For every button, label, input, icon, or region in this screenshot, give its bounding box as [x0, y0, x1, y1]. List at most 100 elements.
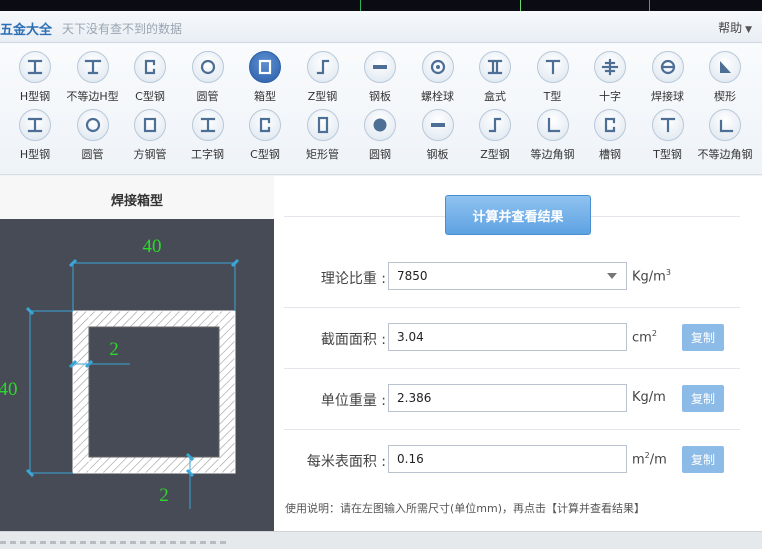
tool-channel[interactable]: 槽钢	[580, 109, 640, 164]
tool-label: 矩形管	[306, 148, 339, 161]
density-select[interactable]: 7850	[388, 262, 627, 290]
channel-icon	[594, 109, 626, 141]
tool-label: T型钢	[653, 148, 682, 161]
tool-label: C型钢	[135, 90, 165, 103]
box-section-icon	[249, 51, 281, 83]
section-area-label: 截面面积 :	[320, 332, 386, 348]
tool-label: 箱型	[254, 90, 276, 103]
tool-c-channel[interactable]: C型钢	[235, 109, 295, 164]
top-dimension-text[interactable]: 40	[143, 236, 162, 257]
tool-label: 十字	[599, 90, 621, 103]
tool-round-bar[interactable]: 圆钢	[350, 109, 410, 164]
welded-ball-icon	[651, 51, 684, 83]
tool-cross-section[interactable]: 十字	[580, 51, 640, 106]
unequal-angle-icon	[709, 109, 741, 141]
box-section-diagram: 40 40 2 2	[0, 219, 274, 531]
tool-unequal-angle[interactable]: 不等边角钢	[695, 109, 755, 164]
dimension-tick	[68, 258, 78, 268]
dimension-tick	[25, 306, 35, 316]
tool-steel-plate[interactable]: 钢板	[350, 51, 410, 106]
tool-c-channel[interactable]: C型钢	[120, 51, 180, 106]
tool-label: 盒式	[484, 90, 506, 103]
divider	[284, 429, 740, 430]
tool-h-beam[interactable]: H型钢	[5, 109, 65, 164]
tool-z-section[interactable]: Z型钢	[293, 51, 353, 106]
t-section-icon	[536, 51, 569, 83]
steel-plate-icon	[421, 109, 454, 141]
tool-label: 楔形	[714, 90, 736, 103]
inner-dimension-text[interactable]: 2	[109, 339, 119, 360]
tool-wedge[interactable]: 楔形	[695, 51, 755, 106]
tool-unequal-h-beam[interactable]: 不等边H型	[63, 51, 123, 106]
tool-t-section[interactable]: T型钢	[638, 109, 698, 164]
tool-t-section[interactable]: T型	[523, 51, 583, 106]
surface-area-field[interactable]: 0.16	[388, 445, 627, 473]
density-value: 7850	[397, 269, 428, 283]
divider	[284, 307, 740, 308]
unit-weight-field[interactable]: 2.386	[388, 384, 627, 412]
copy-surface-button[interactable]: 复制	[682, 446, 724, 473]
tool-label: H型钢	[19, 148, 51, 161]
bottom-wall	[72, 456, 236, 474]
steel-plate-icon	[364, 51, 396, 83]
tool-label: 不等边角钢	[697, 148, 753, 161]
tool-round-tube[interactable]: 圆管	[63, 109, 123, 164]
divider	[284, 368, 740, 369]
tool-label: 螺栓球	[421, 90, 454, 103]
tool-square-tube[interactable]: 方钢管	[120, 109, 180, 164]
tool-label: 圆管	[196, 90, 219, 103]
shape-title: 焊接箱型	[110, 194, 163, 209]
tool-label: 圆钢	[369, 148, 391, 161]
left-dimension-text[interactable]: 40	[0, 379, 18, 400]
section-area-unit: cm2	[632, 329, 657, 346]
help-menu[interactable]: 帮助 ▼	[718, 19, 752, 36]
density-label: 理论比重 :	[320, 271, 386, 287]
calculate-button[interactable]: 计算并查看结果	[445, 195, 591, 235]
copy-weight-button[interactable]: 复制	[682, 385, 724, 412]
copy-area-button[interactable]: 复制	[682, 324, 724, 351]
round-tube-icon	[191, 51, 224, 83]
z-section-icon	[479, 109, 511, 141]
top-wall	[72, 310, 236, 328]
tool-label: 焊接球	[651, 90, 684, 103]
tool-label: 圆管	[81, 148, 104, 161]
tool-label: T型	[543, 90, 562, 103]
round-bar-icon	[364, 109, 396, 141]
unit-weight-value: 2.386	[397, 391, 432, 405]
tool-label: Z型钢	[480, 148, 510, 161]
bottom-dimension-text[interactable]: 2	[159, 485, 169, 506]
section-area-value: 3.04	[397, 330, 424, 344]
tool-steel-plate[interactable]: 钢板	[408, 109, 468, 164]
tool-label: 钢板	[426, 148, 449, 161]
profile-toolbar: H型钢 不等边H型 C型钢 圆管 箱型 Z型钢 钢板 螺栓球 盒式 T型 十字 焊接球 楔形 H型钢 圆管方…	[0, 43, 762, 175]
cross-section-icon	[594, 51, 626, 83]
diagram-svg: 40 40 2 2	[0, 236, 240, 509]
tool-box-section[interactable]: 箱型	[235, 51, 295, 106]
t-section-icon	[651, 109, 684, 141]
square-tube-icon	[134, 109, 166, 141]
surface-area-unit: m2/m	[632, 451, 667, 468]
h-beam-icon	[19, 51, 51, 83]
background-line	[360, 0, 460, 11]
tool-h-beam[interactable]: H型钢	[5, 51, 65, 106]
tool-bolt-ball[interactable]: 螺栓球	[408, 51, 468, 106]
status-text-fragment	[0, 541, 230, 544]
tool-z-section[interactable]: Z型钢	[465, 109, 525, 164]
dimension-tick	[230, 258, 240, 268]
section-area-field[interactable]: 3.04	[388, 323, 627, 351]
tool-label: 钢板	[369, 90, 391, 103]
tool-label: 等边角钢	[530, 148, 575, 161]
tool-welded-ball[interactable]: 焊接球	[638, 51, 698, 106]
unit-weight-unit: Kg/m	[632, 390, 666, 405]
tool-i-beam[interactable]: 工字钢	[178, 109, 238, 164]
right-wall	[218, 310, 236, 474]
tool-label: H型钢	[19, 90, 51, 103]
tool-box-type[interactable]: 盒式	[465, 51, 525, 106]
status-bar	[0, 531, 762, 549]
tool-round-tube[interactable]: 圆管	[178, 51, 238, 106]
tool-label: 不等边H型	[66, 90, 119, 103]
tool-label: 工字钢	[191, 148, 224, 161]
equal-angle-icon	[536, 109, 569, 141]
tool-equal-angle[interactable]: 等边角钢	[523, 109, 583, 164]
tool-rect-tube[interactable]: 矩形管	[293, 109, 353, 164]
